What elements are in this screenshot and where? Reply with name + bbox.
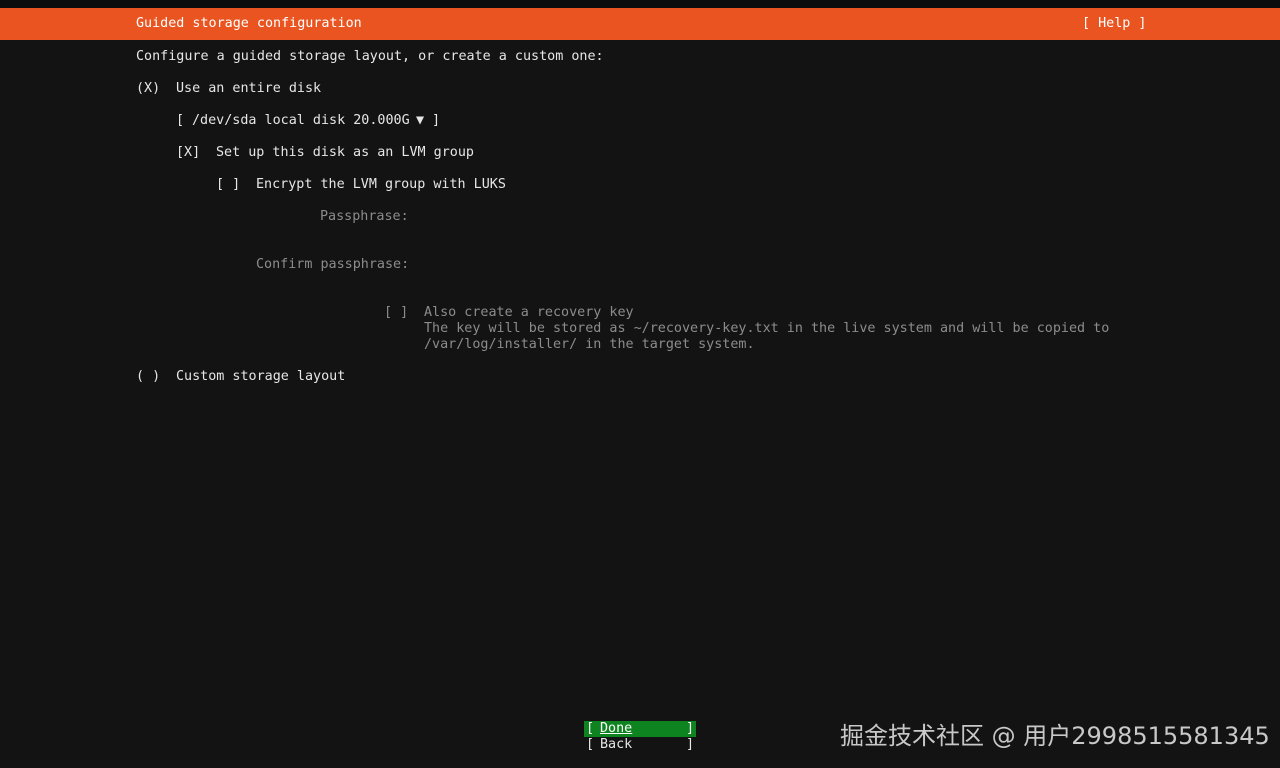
lvm-label[interactable]: Set up this disk as an LVM group bbox=[216, 145, 474, 161]
page-title: Guided storage configuration bbox=[136, 16, 362, 31]
lvm-checkbox[interactable]: [X] bbox=[176, 145, 200, 161]
chevron-down-icon[interactable]: ▼ bbox=[416, 113, 424, 129]
back-button-open-bracket: [ bbox=[586, 737, 595, 752]
entire-disk-radio[interactable]: (X) bbox=[136, 81, 160, 97]
done-button-close-bracket: ] bbox=[685, 721, 694, 736]
help-button[interactable]: [ Help ] bbox=[1082, 16, 1147, 31]
entire-disk-label[interactable]: Use an entire disk bbox=[176, 81, 321, 97]
recovery-key-description-line1: The key will be stored as ~/recovery-key… bbox=[424, 321, 1110, 336]
luks-label[interactable]: Encrypt the LVM group with LUKS bbox=[256, 177, 506, 193]
disk-select-close-bracket: ] bbox=[432, 113, 441, 128]
done-button-open-bracket: [ bbox=[586, 721, 595, 736]
watermark: 掘金技术社区 @ 用户2998515581345 bbox=[840, 722, 1270, 750]
confirm-passphrase-label: Confirm passphrase: bbox=[256, 257, 410, 272]
passphrase-label: Passphrase: bbox=[320, 209, 409, 224]
luks-checkbox[interactable]: [ ] bbox=[216, 177, 240, 193]
back-button[interactable]: [ Back ] bbox=[584, 737, 696, 753]
recovery-key-description-line2: /var/log/installer/ in the target system… bbox=[424, 337, 755, 352]
disk-select-open-bracket: [ bbox=[176, 113, 185, 128]
top-strip bbox=[0, 0, 1280, 8]
custom-layout-label[interactable]: Custom storage layout bbox=[176, 369, 345, 385]
back-button-label[interactable]: Back bbox=[600, 737, 632, 753]
intro-text: Configure a guided storage layout, or cr… bbox=[136, 49, 604, 64]
done-button-label[interactable]: Done bbox=[600, 721, 632, 737]
header-bar: Guided storage configuration [ Help ] bbox=[0, 8, 1280, 40]
done-button[interactable]: [ Done ] bbox=[584, 721, 696, 737]
recovery-key-label[interactable]: Also create a recovery key bbox=[424, 305, 634, 321]
disk-select-value[interactable]: /dev/sda local disk 20.000G bbox=[192, 113, 410, 129]
custom-layout-radio[interactable]: ( ) bbox=[136, 369, 160, 385]
back-button-close-bracket: ] bbox=[685, 737, 694, 752]
recovery-key-checkbox[interactable]: [ ] bbox=[384, 305, 408, 321]
